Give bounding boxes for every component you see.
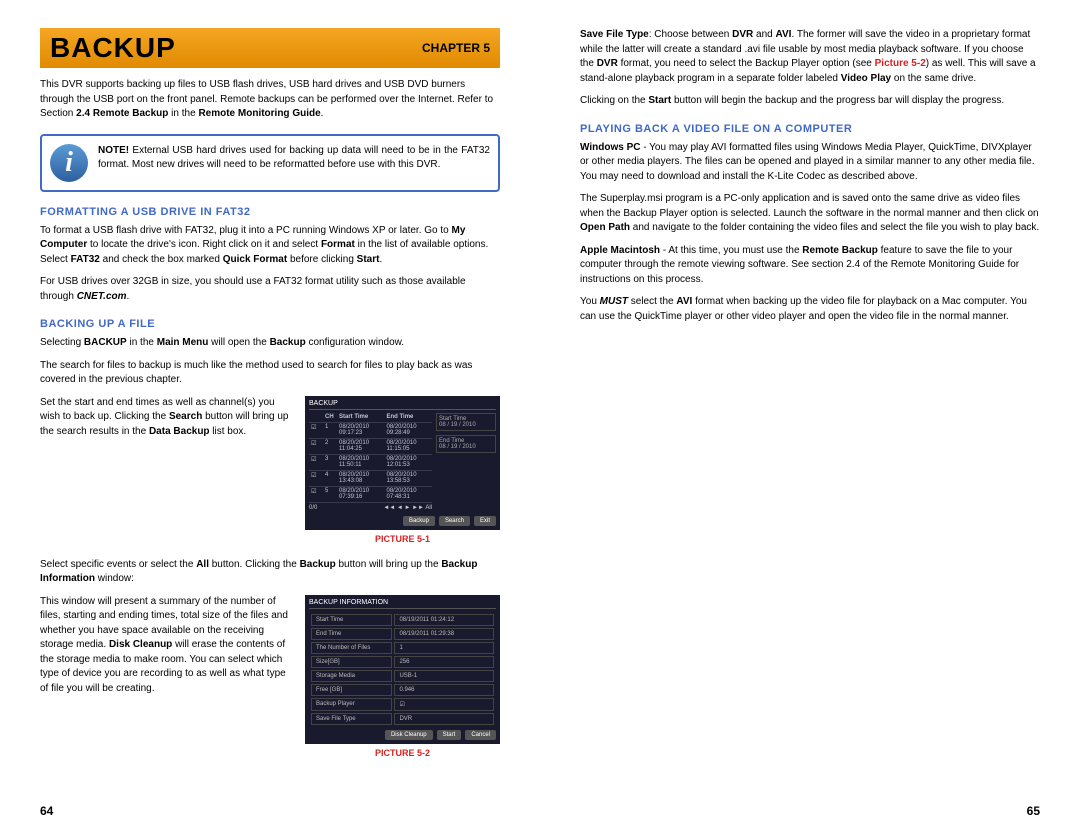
caption-5-2: PICTURE 5-2 [305, 748, 500, 758]
note-box: i NOTE! External USB hard drives used fo… [40, 134, 500, 192]
heading-backing-up: BACKING UP A FILE [40, 318, 500, 330]
left-page: BACKUP CHAPTER 5 This DVR supports backi… [0, 0, 540, 834]
intro-paragraph: This DVR supports backing up files to US… [40, 78, 500, 122]
start-button-p: Clicking on the Start button will begin … [580, 94, 1040, 109]
heading-formatting: FORMATTING A USB DRIVE IN FAT32 [40, 206, 500, 218]
note-text: NOTE! External USB hard drives used for … [98, 144, 490, 172]
right-page: Save File Type: Choose between DVR and A… [540, 0, 1080, 834]
figure-5-1: BACKUP CH Start Time End Time ☑108/20/20… [305, 396, 500, 530]
save-file-type-p: Save File Type: Choose between DVR and A… [580, 28, 1040, 86]
fig2-block: This window will present a summary of th… [40, 595, 500, 766]
formatting-p2: For USB drives over 32GB in size, you sh… [40, 275, 500, 304]
backup-p4: Select specific events or select the All… [40, 558, 500, 587]
backup-p1: Selecting BACKUP in the Main Menu will o… [40, 336, 500, 351]
disk-cleanup-button[interactable]: Disk Cleanup [385, 730, 433, 740]
figure-5-2: BACKUP INFORMATION Start Time08/19/2011 … [305, 595, 500, 744]
superplay-p: The Superplay.msi program is a PC-only a… [580, 192, 1040, 236]
windows-pc-p: Windows PC - You may play AVI formatted … [580, 141, 1040, 185]
fig-backup-button[interactable]: Backup [403, 516, 435, 526]
fig-search-button[interactable]: Search [439, 516, 470, 526]
formatting-p1: To format a USB flash drive with FAT32, … [40, 224, 500, 268]
page-number-right: 65 [1027, 804, 1040, 818]
backup-p5: This window will present a summary of th… [40, 595, 293, 697]
mac-p: Apple Macintosh - At this time, you must… [580, 244, 1040, 288]
fig-exit-button[interactable]: Exit [474, 516, 496, 526]
must-avi-p: You MUST select the AVI format when back… [580, 295, 1040, 324]
pager-icons: 0/0◄◄ ◄ ► ►► All [309, 503, 432, 513]
caption-5-1: PICTURE 5-1 [305, 534, 500, 544]
banner-title: BACKUP [50, 32, 176, 64]
heading-playback: PLAYING BACK A VIDEO FILE ON A COMPUTER [580, 123, 1040, 135]
page-number-left: 64 [40, 804, 53, 818]
info-icon: i [50, 144, 88, 182]
backup-p2: The search for files to backup is much l… [40, 359, 500, 388]
fig1-block: Set the start and end times as well as c… [40, 396, 500, 552]
chapter-banner: BACKUP CHAPTER 5 [40, 28, 500, 68]
start-button[interactable]: Start [437, 730, 462, 740]
page-spread: BACKUP CHAPTER 5 This DVR supports backi… [0, 0, 1080, 834]
cancel-button[interactable]: Cancel [465, 730, 496, 740]
backup-p3: Set the start and end times as well as c… [40, 396, 293, 440]
banner-chapter: CHAPTER 5 [422, 41, 490, 55]
